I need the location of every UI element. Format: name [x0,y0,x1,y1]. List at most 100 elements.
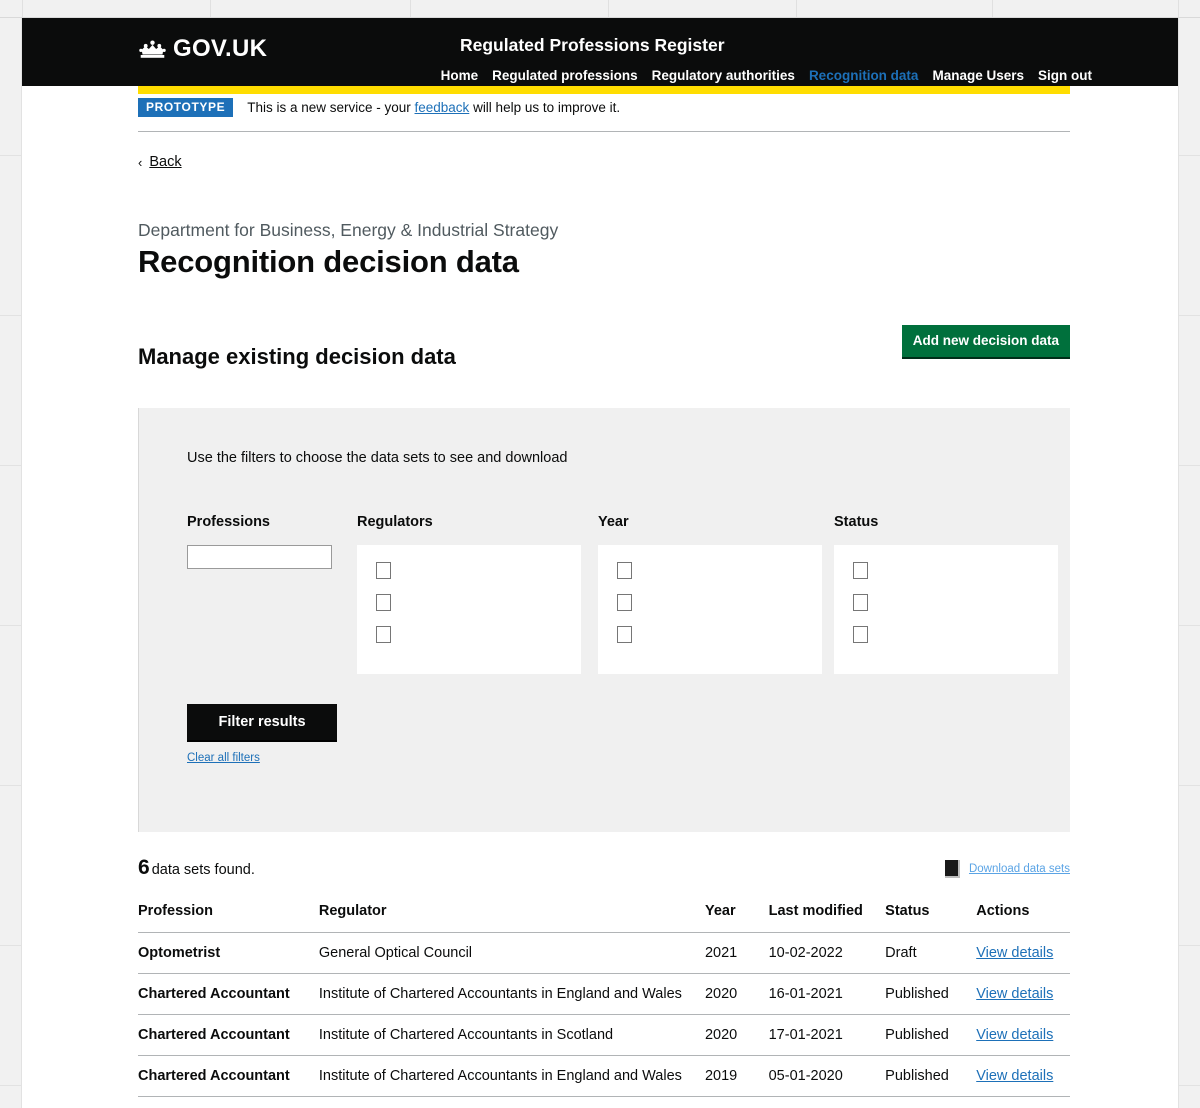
govuk-logo[interactable]: GOV.UK [138,35,267,63]
cell-regulator: Institute of Chartered Accountants in En… [318,1055,705,1098]
filter-group-regulators: Regulators [357,514,598,675]
filter-columns: Professions Regulators Year Status [187,514,1070,675]
add-new-decision-data-button[interactable]: Add new decision data [901,325,1070,360]
phase-text-before: This is a new service - your [247,100,415,116]
main-content: PROTOTYPE This is a new service - your f… [138,86,1070,1108]
phase-banner-text: This is a new service - your feedback wi… [247,100,620,115]
cell-year: 2020 [704,1014,769,1057]
cell-regulator: General Optical Council [318,932,705,975]
back-link[interactable]: ‹ Back [138,154,182,170]
decision-data-table: Profession Regulator Year Last modified … [138,903,1070,1108]
download-data-sets-link[interactable]: Download data sets [969,863,1070,875]
phase-text-after: will help us to improve it. [469,100,621,116]
professions-label: Professions [187,514,270,531]
nav-item-home[interactable]: Home [441,68,479,83]
service-name: Regulated Professions Register [460,35,725,55]
status-checkbox-list [834,545,1058,675]
cell-last-modified: 05-01-2020 [768,1055,886,1098]
cell-last-modified: 10-02-2022 [768,932,886,975]
back-link-label: Back [149,154,182,171]
nav-item-manage-users[interactable]: Manage Users [932,68,1024,83]
regulators-checkbox-3[interactable] [376,626,391,644]
cell-last-modified: 16-12-2021 [768,1096,886,1108]
browser-tab-strip [0,0,1200,18]
nav-item-regulatory-authorities[interactable]: Regulatory authorities [652,68,795,83]
status-checkbox-3[interactable] [853,626,868,644]
nav-item-regulated-professions[interactable]: Regulated professions [492,68,638,83]
column-header-profession: Profession [138,903,319,934]
cell-profession: Optometrist [138,932,319,975]
table-row: Optometrist General Optical Council 2021… [138,932,1070,975]
browser-viewport: GOV.UK Regulated Professions Register Ho… [0,0,1200,1108]
cell-status: Draft [885,932,977,975]
page-caption: Department for Business, Energy & Indust… [138,219,559,240]
cell-actions: View details [976,973,1070,1016]
section-header-row: Manage existing decision data Add new de… [138,325,1070,388]
view-details-link[interactable]: View details [976,945,1053,961]
regulators-checkbox-2[interactable] [376,594,391,612]
cell-status: Published [885,1096,977,1108]
filter-group-year: Year [598,514,834,675]
cell-year: 2020 [704,1096,769,1108]
page-root: GOV.UK Regulated Professions Register Ho… [22,18,1178,1108]
cell-status: Published [885,1055,977,1098]
table-row: Chartered Accountant Institute of Charte… [138,1014,1070,1057]
column-header-status: Status [885,903,977,934]
clear-all-filters-link[interactable]: Clear all filters [187,752,260,764]
section-heading: Manage existing decision data [138,343,456,369]
table-header-row: Profession Regulator Year Last modified … [138,903,1070,934]
cell-actions: View details [976,1014,1070,1057]
nav-item-recognition-data[interactable]: Recognition data [809,68,919,83]
column-header-year: Year [704,903,769,934]
site-header: GOV.UK Regulated Professions Register Ho… [22,18,1178,86]
cell-year: 2021 [704,932,769,975]
cell-profession: Chartered Accountant [138,973,319,1016]
crown-icon [138,38,167,60]
cell-last-modified: 17-01-2021 [768,1014,886,1057]
cell-status: Published [885,1014,977,1057]
cell-year: 2020 [704,973,769,1016]
view-details-link[interactable]: View details [976,1068,1053,1084]
year-checkbox-3[interactable] [617,626,632,644]
primary-navigation: Home Regulated professions Regulatory au… [441,68,1092,83]
results-count: 6 data sets found. [138,856,255,880]
view-details-link[interactable]: View details [976,1027,1053,1043]
filter-results-button[interactable]: Filter results [187,704,337,742]
nav-item-sign-out[interactable]: Sign out [1038,68,1092,83]
regulators-checkbox-1[interactable] [376,562,391,580]
chevron-left-icon: ‹ [138,154,143,170]
table-row: Chartered Accountant Institute of Charte… [138,1055,1070,1098]
cell-actions: View details [976,1055,1070,1098]
cell-profession: Chartered Accountant [138,1014,319,1057]
year-label: Year [598,514,629,531]
table-row: Chartered Accountant Institute of Charte… [138,973,1070,1016]
filter-panel: Use the filters to choose the data sets … [138,408,1070,833]
year-checkbox-list [598,545,822,675]
regulators-checkbox-list [357,545,581,675]
download-data-sets[interactable]: Download data sets [944,860,1070,880]
cell-profession: Dispensing Optician [138,1096,319,1108]
filter-intro-text: Use the filters to choose the data sets … [187,450,568,467]
phase-tag: PROTOTYPE [138,98,234,118]
results-summary-row: 6 data sets found. Download data sets [138,856,1070,880]
cell-actions: View details [976,932,1070,975]
feedback-link[interactable]: feedback [415,100,470,115]
cell-regulator: Institute of Chartered Accountants in En… [318,973,705,1016]
year-checkbox-2[interactable] [617,594,632,612]
status-checkbox-2[interactable] [853,594,868,612]
filter-actions: Filter results Clear all filters [187,704,1070,766]
phase-banner: PROTOTYPE This is a new service - your f… [138,86,1070,133]
filter-group-status: Status [834,514,1059,675]
year-checkbox-1[interactable] [617,562,632,580]
left-gutter [0,0,22,1108]
broken-image-icon [944,860,960,879]
status-label: Status [834,514,879,531]
cell-profession: Chartered Accountant [138,1055,319,1098]
filter-group-professions: Professions [187,514,357,674]
professions-input[interactable] [187,545,332,570]
view-details-link[interactable]: View details [976,986,1053,1002]
status-checkbox-1[interactable] [853,562,868,580]
cell-actions: View details [976,1096,1070,1108]
cell-regulator: Institute of Chartered Accountants in Sc… [318,1014,705,1057]
column-header-regulator: Regulator [318,903,705,934]
